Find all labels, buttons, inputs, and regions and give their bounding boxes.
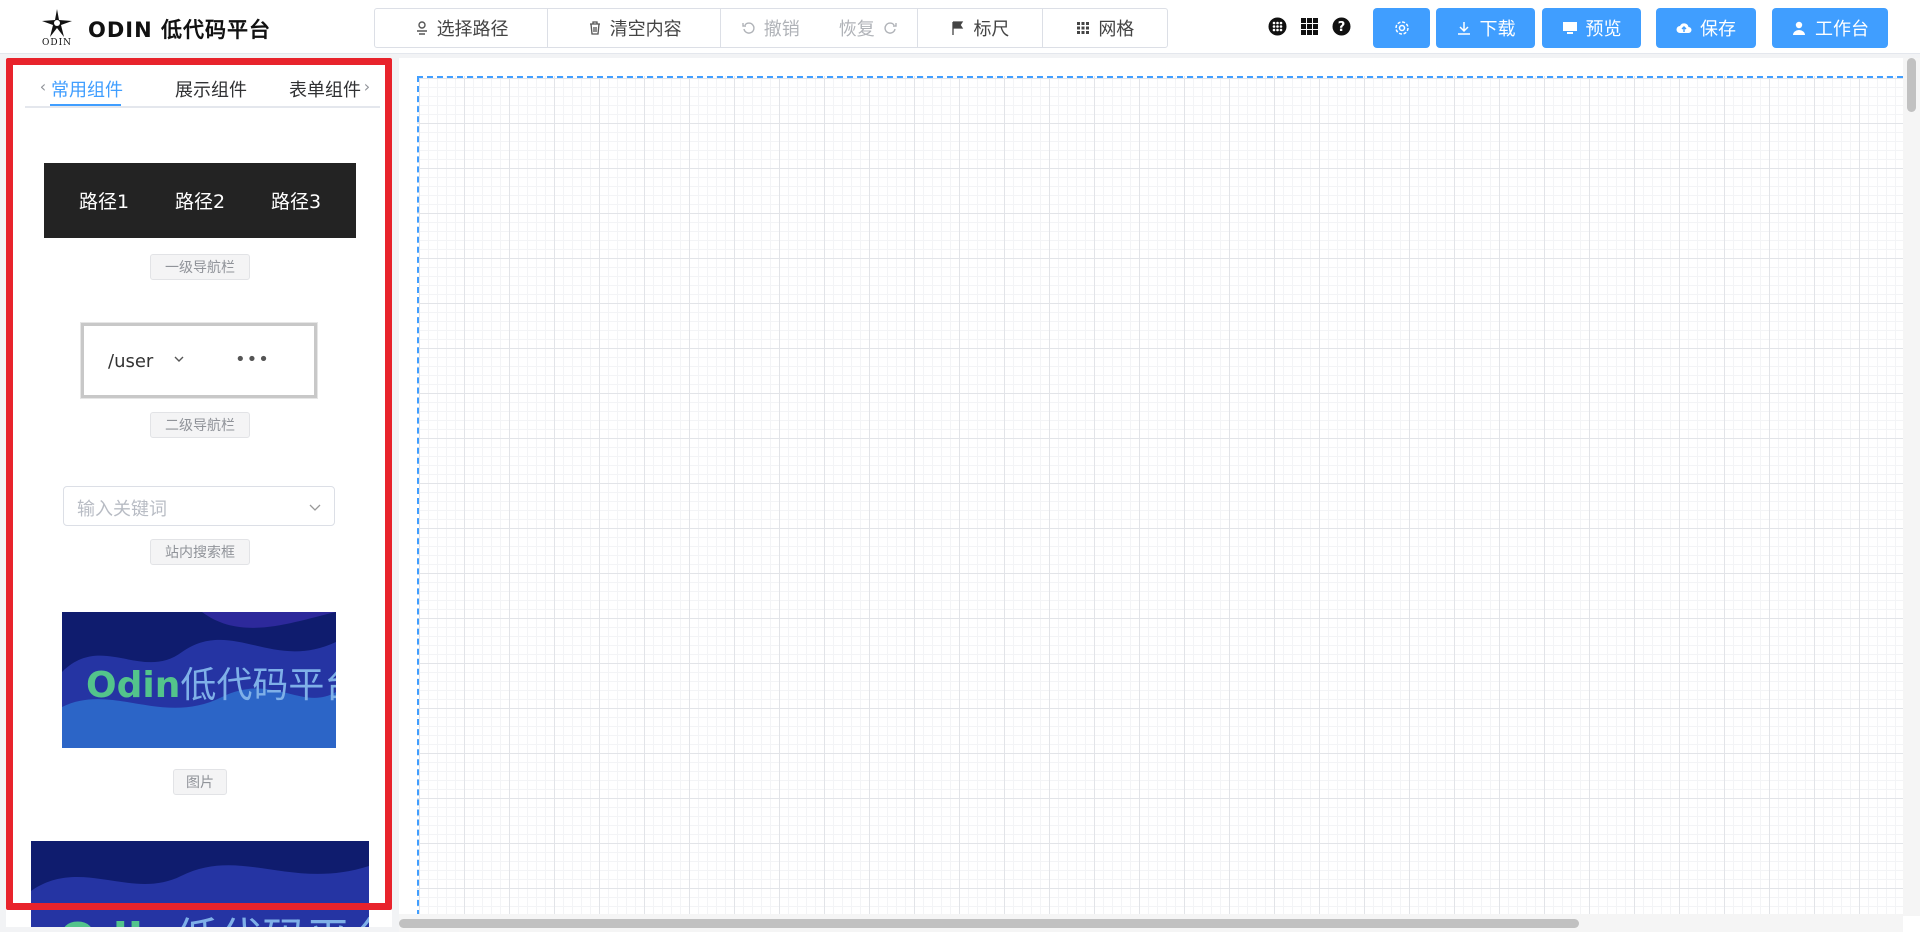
banner-brand: Odin低代码平台 — [86, 656, 336, 708]
nav1-preview[interactable]: 路径1 路径2 路径3 — [44, 163, 356, 238]
banner-brand-en: Odin — [59, 914, 174, 927]
download-button[interactable]: 下载 — [1436, 8, 1535, 48]
image-label: 图片 — [173, 769, 227, 795]
workbench-label: 工作台 — [1815, 19, 1869, 40]
undo-button[interactable]: 撤销 — [721, 9, 819, 47]
component-tabs: ‹ 常用组件 展示组件 表单组件 › — [25, 68, 380, 108]
svg-text:?: ? — [1338, 20, 1346, 35]
ruler-label: 标尺 — [973, 19, 1010, 40]
tab-display[interactable]: 展示组件 — [175, 76, 247, 102]
grid-label: 网格 — [1098, 19, 1135, 40]
chevron-down-icon — [174, 356, 184, 362]
mini-icons: ? — [1268, 17, 1351, 36]
nav1-item: 路径2 — [174, 191, 226, 213]
star-logo-icon — [42, 9, 72, 37]
nav1-label: 一级导航栏 — [150, 254, 250, 280]
redo-icon — [884, 22, 897, 34]
tab-scroll-left-icon[interactable]: ‹ — [35, 76, 51, 96]
undo-redo-group: 撤销 恢复 — [721, 9, 919, 47]
redo-button[interactable]: 恢复 — [819, 9, 917, 47]
redo-label: 恢复 — [838, 19, 875, 40]
ruler-button[interactable]: 标尺 — [918, 9, 1043, 47]
dots-grid-icon[interactable] — [1268, 17, 1287, 36]
nav1-item: 路径1 — [78, 191, 130, 213]
tab-form[interactable]: 表单组件 — [289, 76, 361, 102]
logo-text: ODIN — [41, 38, 73, 48]
cloud-upload-icon — [1676, 23, 1692, 33]
nav2-preview[interactable]: /user ••• — [81, 323, 317, 398]
undo-label: 撤销 — [763, 19, 800, 40]
toolbar: 选择路径 清空内容 撤销 恢复 标尺 网格 — [374, 8, 1168, 48]
grid-icon — [1077, 22, 1090, 34]
image-preview-2[interactable]: Odin低代码平台 — [31, 841, 369, 927]
more-dots: ••• — [235, 349, 270, 370]
nav2-path: /user — [108, 351, 154, 372]
odin-logo: ODIN — [40, 8, 74, 48]
apps-grid-icon[interactable] — [1300, 17, 1319, 36]
app-header: ODIN ODIN 低代码平台 选择路径 清空内容 撤销 恢复 标尺 网格 ? … — [0, 0, 1920, 54]
path-icon — [416, 21, 427, 35]
download-label: 下载 — [1479, 19, 1516, 40]
user-icon — [1793, 21, 1805, 35]
help-icon[interactable]: ? — [1332, 17, 1351, 36]
image-preview[interactable]: Odin低代码平台 — [62, 612, 336, 748]
vertical-scroll-thumb[interactable] — [1907, 58, 1916, 112]
banner-brand-cn: 低代码平台 — [180, 665, 336, 706]
component-panel: ‹ 常用组件 展示组件 表单组件 › 路径1 路径2 路径3 一级导航栏 /us… — [6, 58, 392, 927]
search-label: 站内搜索框 — [150, 539, 250, 565]
active-tab-indicator — [50, 104, 121, 106]
flag-icon — [952, 21, 964, 35]
horizontal-scroll-thumb[interactable] — [399, 919, 1579, 928]
trash-icon — [589, 21, 600, 35]
save-label: 保存 — [1700, 19, 1736, 40]
nav2-label: 二级导航栏 — [150, 412, 250, 438]
clear-label: 清空内容 — [609, 19, 682, 40]
preview-button[interactable]: 预览 — [1542, 8, 1641, 48]
brand-title: ODIN 低代码平台 — [88, 18, 271, 42]
undo-icon — [742, 22, 755, 34]
search-placeholder: 输入关键词 — [77, 499, 167, 520]
banner-brand-en: Odin — [86, 665, 181, 706]
banner-brand-cn: 低代码平台 — [174, 914, 369, 927]
tab-common[interactable]: 常用组件 — [51, 76, 123, 102]
clear-button[interactable]: 清空内容 — [548, 9, 722, 47]
grid-button[interactable]: 网格 — [1043, 9, 1167, 47]
tab-scroll-right-icon[interactable]: › — [359, 76, 375, 96]
save-button[interactable]: 保存 — [1656, 8, 1756, 48]
search-preview[interactable]: 输入关键词 — [63, 486, 335, 526]
gear-icon — [1394, 21, 1409, 35]
download-icon — [1457, 22, 1470, 35]
nav1-item: 路径3 — [270, 191, 322, 213]
canvas-grid[interactable] — [417, 76, 1903, 926]
chevron-down-icon — [309, 504, 321, 511]
workbench-button[interactable]: 工作台 — [1772, 8, 1888, 48]
preview-label: 预览 — [1585, 19, 1622, 40]
settings-button[interactable] — [1373, 8, 1430, 48]
select-path-button[interactable]: 选择路径 — [375, 9, 549, 47]
monitor-icon — [1562, 22, 1577, 34]
horizontal-scrollbar[interactable] — [399, 914, 1903, 932]
vertical-scrollbar[interactable] — [1903, 58, 1920, 916]
design-canvas[interactable] — [399, 58, 1920, 932]
banner-brand: Odin低代码平台 — [59, 903, 369, 927]
select-path-label: 选择路径 — [436, 19, 509, 40]
